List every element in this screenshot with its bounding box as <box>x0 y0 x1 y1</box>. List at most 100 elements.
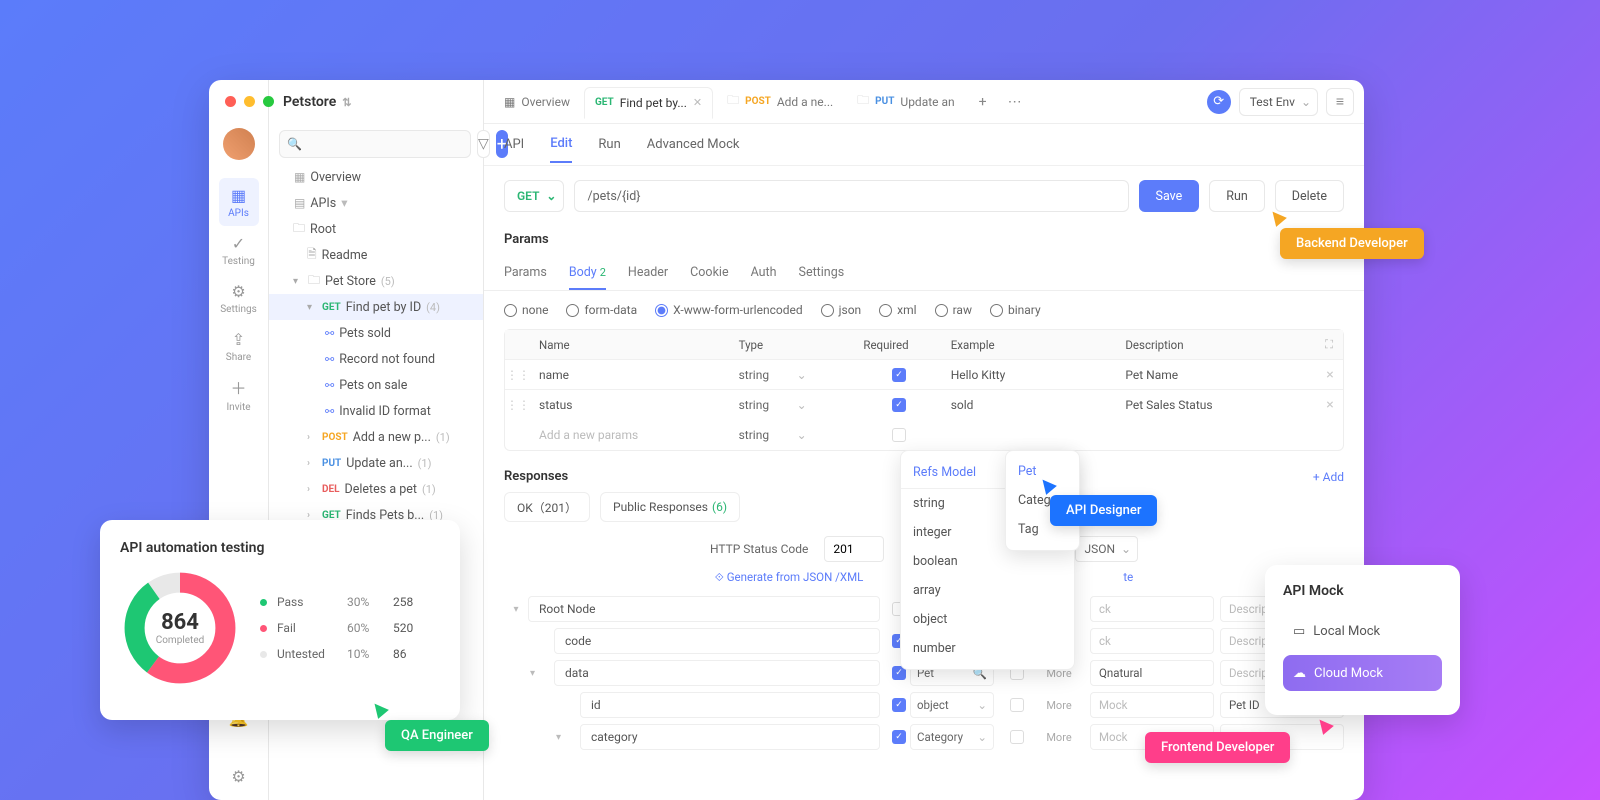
param-tab-settings[interactable]: Settings <box>799 257 845 290</box>
project-selector[interactable]: Petstore ⇅ <box>269 80 483 124</box>
tab[interactable]: 🗀POSTAdd a ne... <box>717 86 843 118</box>
schema-name[interactable]: category <box>580 724 880 750</box>
expand-icon[interactable]: ▾ <box>504 732 556 743</box>
schema-required-checkbox[interactable]: ✓ <box>892 698 906 712</box>
tree-item[interactable]: ⚯Record not found <box>269 346 483 372</box>
delete-button[interactable]: Delete <box>1275 180 1344 212</box>
nav-settings[interactable]: ⚙Settings <box>219 274 259 322</box>
delete-row-icon[interactable]: × <box>1317 397 1343 413</box>
new-tab-button[interactable]: + <box>969 88 997 116</box>
schema-mock[interactable]: Mock <box>1090 692 1214 718</box>
schema-mock[interactable]: ck <box>1090 596 1214 622</box>
save-button[interactable]: Save <box>1139 180 1200 212</box>
subtab-run[interactable]: Run <box>598 127 620 162</box>
refs-item[interactable]: boolean <box>901 547 1074 576</box>
close-icon[interactable]: ✕ <box>693 96 702 109</box>
nav-testing[interactable]: ✓Testing <box>219 226 259 274</box>
encoding-X-www-form-urlencoded[interactable]: X-www-form-urlencoded <box>655 303 802 317</box>
encoding-raw[interactable]: raw <box>935 303 972 317</box>
subtab-edit[interactable]: Edit <box>550 126 572 163</box>
expand-icon[interactable]: ▾ <box>504 668 530 679</box>
encoding-none[interactable]: none <box>504 303 548 317</box>
schema-name[interactable]: Root Node <box>528 596 880 622</box>
param-type-selector[interactable]: string <box>731 398 856 412</box>
tree-item[interactable]: ›DELDeletes a pet(1) <box>269 476 483 502</box>
tab[interactable]: 🗀PUTUpdate an <box>847 86 964 118</box>
param-tab-header[interactable]: Header <box>628 257 668 290</box>
add-response-button[interactable]: + Add <box>1313 470 1344 484</box>
col-actions-icon[interactable]: ⛶ <box>1317 337 1343 352</box>
refs-item[interactable]: number <box>901 634 1074 663</box>
cloud-mock-option[interactable]: ☁Cloud Mock <box>1283 655 1442 691</box>
tab[interactable]: GETFind pet by...✕ <box>584 87 713 119</box>
schema-name[interactable]: code <box>554 628 880 654</box>
param-description[interactable]: Pet Name <box>1117 368 1317 382</box>
schema-flag-checkbox[interactable] <box>1010 730 1024 744</box>
settings-gear-icon[interactable]: ⚙ <box>219 752 259 800</box>
param-type-selector[interactable]: string <box>731 368 856 382</box>
nav-share[interactable]: ⇪Share <box>219 322 259 370</box>
response-tab[interactable]: Public Responses(6) <box>600 492 740 522</box>
param-tab-auth[interactable]: Auth <box>751 257 777 290</box>
refs-item[interactable]: object <box>901 605 1074 634</box>
tree-root[interactable]: 🗀Root <box>269 216 483 242</box>
schema-flag-checkbox[interactable] <box>1010 698 1024 712</box>
schema-name[interactable]: id <box>580 692 880 718</box>
more-button[interactable]: More <box>1034 699 1084 712</box>
method-selector[interactable]: GET <box>504 180 564 212</box>
schema-type-selector[interactable]: object⌄ <box>910 692 994 718</box>
param-tab-body[interactable]: Body2 <box>569 257 606 290</box>
tree-find-pet[interactable]: ▾GETFind pet by ID(4) <box>269 294 483 320</box>
encoding-json[interactable]: json <box>821 303 862 317</box>
param-example[interactable]: sold <box>943 398 1118 412</box>
tree-readme[interactable]: 🗎Readme <box>269 242 483 268</box>
param-example[interactable]: Hello Kitty <box>943 368 1118 382</box>
tree-item[interactable]: ⚯Invalid ID format <box>269 398 483 424</box>
maximize-window-icon[interactable] <box>263 96 274 107</box>
param-name[interactable]: name <box>531 368 731 382</box>
schema-name[interactable]: data <box>554 660 880 686</box>
menu-icon[interactable]: ≡ <box>1326 88 1354 116</box>
param-tab-cookie[interactable]: Cookie <box>690 257 728 290</box>
schema-mock[interactable]: Qnatural <box>1090 660 1214 686</box>
tree-petstore[interactable]: ▾🗀Pet Store(5) <box>269 268 483 294</box>
tree-item[interactable]: ›POSTAdd a new p...(1) <box>269 424 483 450</box>
schema-required-checkbox[interactable]: ✓ <box>892 730 906 744</box>
nav-invite[interactable]: ＋Invite <box>219 370 259 418</box>
param-name[interactable]: status <box>531 398 731 412</box>
encoding-form-data[interactable]: form-data <box>566 303 637 317</box>
tab[interactable]: ▦Overview <box>494 86 580 118</box>
subtab-advanced-mock[interactable]: Advanced Mock <box>647 127 740 162</box>
more-button[interactable]: More <box>1034 731 1084 744</box>
avatar[interactable] <box>223 128 255 160</box>
delete-row-icon[interactable]: × <box>1317 367 1343 383</box>
run-button[interactable]: Run <box>1209 180 1265 212</box>
schema-type-selector[interactable]: Category⌄ <box>910 724 994 750</box>
refs-item[interactable]: array <box>901 576 1074 605</box>
param-tab-params[interactable]: Params <box>504 257 547 290</box>
param-required-checkbox[interactable]: ✓ <box>892 398 906 412</box>
tree-item[interactable]: ›PUTUpdate an...(1) <box>269 450 483 476</box>
add-param-required[interactable] <box>892 428 906 442</box>
tree-apis[interactable]: ▤APIs▾ <box>269 190 483 216</box>
encoding-binary[interactable]: binary <box>990 303 1041 317</box>
add-param-placeholder[interactable]: Add a new params <box>531 428 731 442</box>
close-window-icon[interactable] <box>225 96 236 107</box>
drag-handle-icon[interactable]: ⋮⋮ <box>505 398 531 412</box>
response-tab[interactable]: OK（201） <box>504 492 590 522</box>
search-input[interactable] <box>279 130 471 158</box>
status-code-input[interactable] <box>824 536 884 562</box>
param-required-checkbox[interactable]: ✓ <box>892 368 906 382</box>
schema-mock[interactable]: ck <box>1090 628 1214 654</box>
local-mock-option[interactable]: ▭Local Mock <box>1283 613 1442 649</box>
tree-item[interactable]: ⚯Pets on sale <box>269 372 483 398</box>
sync-icon[interactable]: ⟳ <box>1207 90 1231 114</box>
subtab-api[interactable]: API <box>504 127 524 162</box>
tab-overflow-button[interactable]: ⋯ <box>1001 88 1029 116</box>
encoding-xml[interactable]: xml <box>879 303 916 317</box>
expand-icon[interactable]: ▾ <box>504 604 528 615</box>
minimize-window-icon[interactable] <box>244 96 255 107</box>
tree-item[interactable]: ⚯Pets sold <box>269 320 483 346</box>
content-type-selector[interactable]: JSON <box>1075 536 1138 562</box>
environment-selector[interactable]: Test Env <box>1239 88 1318 116</box>
